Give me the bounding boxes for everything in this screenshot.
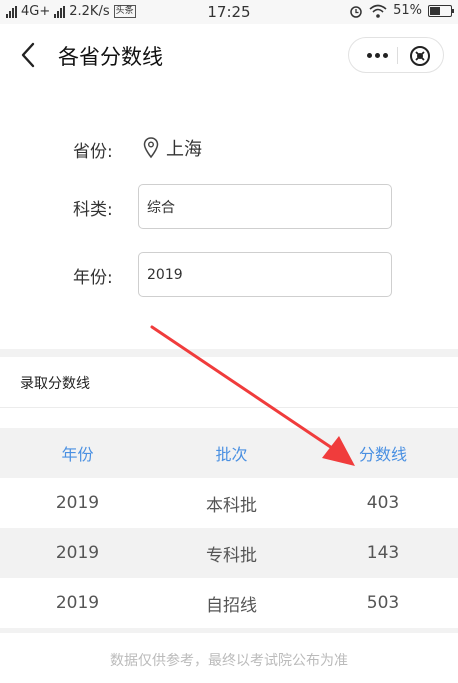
column-header-batch: 批次 — [215, 445, 248, 464]
column-header-score: 分数线 — [358, 445, 407, 464]
cell-batch: 本科批 — [206, 495, 257, 516]
section-title: 录取分数线 — [20, 376, 90, 392]
cell-year: 2019 — [55, 493, 100, 513]
battery-percent: 51% — [393, 3, 422, 18]
close-circle-icon — [410, 46, 430, 66]
province-selector[interactable]: 上海 — [143, 135, 202, 161]
page-title: 各省分数线 — [58, 45, 163, 69]
category-value: 综合 — [147, 199, 175, 216]
close-button[interactable] — [405, 42, 435, 70]
alarm-icon — [350, 5, 362, 18]
cell-year: 2019 — [55, 543, 100, 563]
year-field[interactable]: 2019 — [138, 252, 392, 297]
table-row: 2019 自招线 503 — [0, 578, 458, 628]
category-field[interactable]: 综合 — [138, 184, 392, 229]
location-pin-icon — [143, 137, 159, 159]
section-divider — [0, 407, 458, 408]
cell-year: 2019 — [55, 593, 100, 613]
wifi-icon — [369, 4, 387, 18]
category-label: 科类: — [73, 200, 113, 220]
cell-score: 503 — [366, 593, 400, 613]
year-value: 2019 — [147, 266, 183, 283]
table-header: 年份 批次 分数线 — [0, 428, 458, 478]
year-label: 年份: — [73, 268, 113, 288]
cell-score: 403 — [366, 493, 400, 513]
table-row: 2019 本科批 403 — [0, 478, 458, 528]
chevron-left-icon — [21, 42, 35, 68]
footer-separator — [0, 628, 458, 633]
scores-table: 年份 批次 分数线 2019 本科批 403 2019 专科批 143 2019… — [0, 428, 458, 628]
table-row: 2019 专科批 143 — [0, 528, 458, 578]
section-separator — [0, 349, 458, 357]
more-button[interactable] — [359, 38, 395, 72]
cell-score: 143 — [366, 543, 400, 563]
battery-icon — [428, 4, 454, 17]
status-bar: 4G+ 2.2K/s 头条 17:25 51% — [0, 0, 458, 24]
status-right: 51% — [349, 3, 454, 18]
cell-batch: 专科批 — [206, 545, 257, 566]
nav-bar: 各省分数线 — [0, 24, 458, 86]
column-header-year: 年份 — [61, 445, 94, 464]
province-label: 省份: — [73, 142, 113, 162]
cell-batch: 自招线 — [206, 595, 257, 616]
capsule-divider — [397, 47, 398, 64]
mini-program-capsule — [348, 37, 444, 73]
footer-note: 数据仅供参考，最终以考试院公布为准 — [110, 653, 348, 669]
battery-fill — [430, 6, 441, 15]
province-value: 上海 — [166, 139, 202, 160]
back-button[interactable] — [14, 38, 44, 72]
